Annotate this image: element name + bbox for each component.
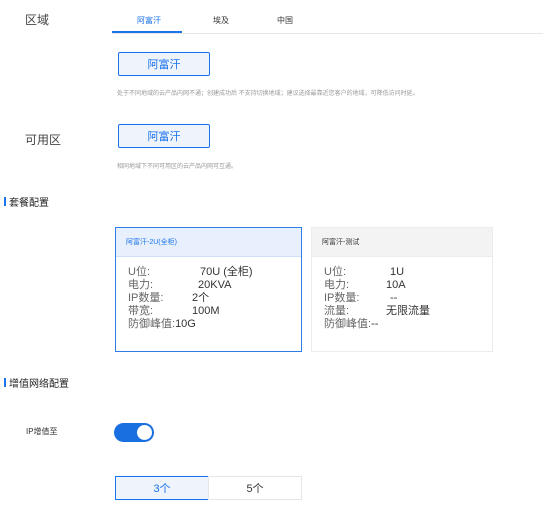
ip-upgrade-label: IP增值至: [26, 427, 58, 436]
spec-row: U位: 1U: [324, 266, 482, 279]
spec-value: 10G: [175, 318, 196, 330]
spec-key: 电力:: [128, 279, 154, 291]
spec-key: IP数量:: [128, 292, 164, 304]
zone-note: 相同地域下不同可用区的云产品内网可互通。: [117, 164, 238, 170]
package-card-1-name: 阿富汗-2U(全柜): [116, 228, 301, 257]
region-selected-button[interactable]: 阿富汗: [118, 52, 210, 76]
package-card-2[interactable]: 阿富汗-测试 U位: 1U 电力: 10A IP数量: -- 流量: 无限流量 防御峰值…: [311, 227, 493, 352]
package-title-text: 套餐配置: [9, 198, 49, 209]
spec-row: 带宽: 100M: [128, 305, 291, 318]
spec-value: 70U (全柜): [200, 266, 253, 278]
spec-row: U位: 70U (全柜): [128, 266, 291, 279]
tab-divider: [112, 33, 543, 34]
spec-value: 2个: [192, 292, 210, 304]
spec-row: 电力: 20KVA: [128, 279, 291, 292]
active-tab-indicator: [112, 31, 182, 33]
section-marker: [4, 197, 6, 206]
spec-key: U位:: [128, 266, 150, 278]
zone-selected-button[interactable]: 阿富汗: [118, 124, 210, 148]
spec-row: IP数量: --: [324, 292, 482, 305]
ip-option-3[interactable]: 3个: [115, 476, 209, 500]
spec-key: IP数量:: [324, 292, 360, 304]
spec-key: 流量:: [324, 305, 350, 317]
network-title-text: 增值网络配置: [9, 379, 69, 390]
spec-value: 20KVA: [198, 279, 232, 291]
region-note: 处于不同地域的云产品内网不通；创建成功后 不支持切换地域；建议选择最靠近您客户的…: [117, 91, 419, 97]
region-label: 区域: [25, 13, 50, 27]
section-marker: [4, 378, 6, 387]
network-section-title: 增值网络配置: [4, 375, 69, 390]
tab-afghanistan[interactable]: 阿富汗: [137, 15, 161, 26]
spec-key: U位:: [324, 266, 346, 278]
package-card-2-name: 阿富汗-测试: [312, 228, 492, 257]
tab-china[interactable]: 中国: [277, 15, 293, 26]
spec-value: --: [390, 292, 398, 304]
tab-egypt[interactable]: 埃及: [213, 15, 229, 26]
ip-upgrade-toggle[interactable]: [114, 423, 154, 442]
spec-key: 带宽:: [128, 305, 154, 317]
ip-option-5[interactable]: 5个: [208, 476, 302, 500]
spec-row: 防御峰值: 10G: [128, 318, 291, 331]
spec-key: 电力:: [324, 279, 350, 291]
spec-value: 无限流量: [386, 305, 430, 317]
toggle-knob: [137, 425, 152, 440]
package-card-1[interactable]: 阿富汗-2U(全柜) U位: 70U (全柜) 电力: 20KVA IP数量: 2个 …: [115, 227, 302, 352]
spec-value: --: [371, 318, 379, 330]
spec-value: 1U: [390, 266, 405, 278]
package-section-title: 套餐配置: [4, 194, 49, 209]
spec-row: 电力: 10A: [324, 279, 482, 292]
spec-value: 100M: [192, 305, 220, 317]
spec-value: 10A: [386, 279, 406, 291]
spec-row: 防御峰值: --: [324, 318, 482, 331]
spec-key: 防御峰值:: [324, 318, 372, 330]
zone-label: 可用区: [25, 133, 62, 147]
spec-row: IP数量: 2个: [128, 292, 291, 305]
spec-key: 防御峰值:: [128, 318, 176, 330]
spec-row: 流量: 无限流量: [324, 305, 482, 318]
